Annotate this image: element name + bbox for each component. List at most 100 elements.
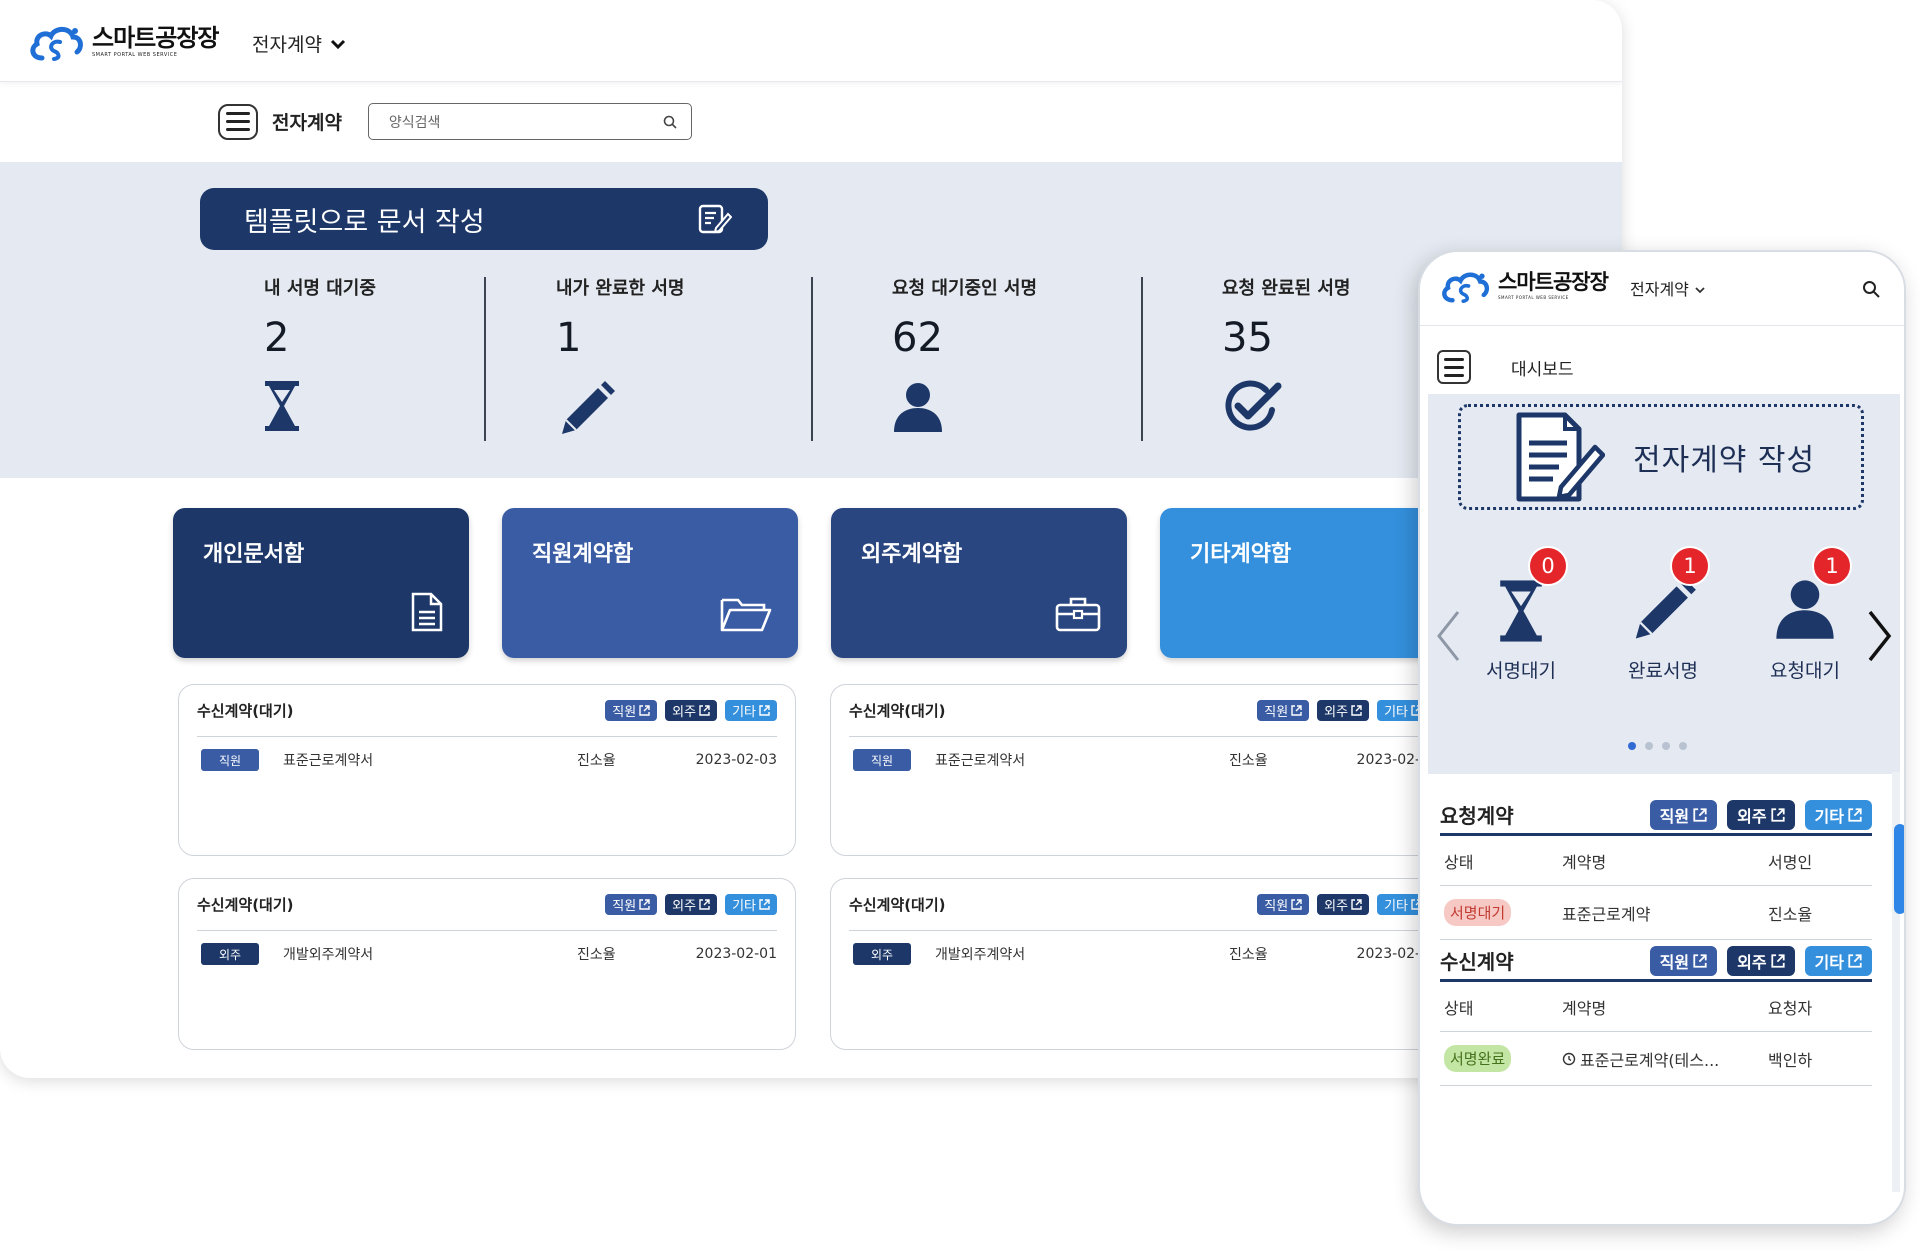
mobile-stat-request-waiting[interactable]: 1 요청대기 [1750, 546, 1860, 683]
pager-dot[interactable] [1645, 742, 1653, 750]
tag-staff-button[interactable]: 직원 [1257, 894, 1310, 915]
category-label: 기타계약함 [1190, 542, 1292, 567]
list-item[interactable]: 외주 개발외주계약서 진소율 2023-02-01 [197, 931, 777, 977]
card-title: 수신계약(대기) [197, 702, 294, 720]
tag-outsource-button[interactable]: 외주 [1317, 894, 1370, 915]
list-item[interactable]: 외주 개발외주계약서 진소율 2023-02-0 [849, 931, 1429, 977]
stat-request-waiting[interactable]: 요청 대기중인 서명 62 [892, 274, 1037, 438]
list-item[interactable]: 직원 표준근로계약서 진소율 2023-02-0 [849, 737, 1429, 783]
filter-other-button[interactable]: 기타 [1804, 945, 1872, 976]
column-header: 요청자 [1768, 998, 1813, 1018]
external-link-icon [699, 705, 710, 716]
stat-request-completed[interactable]: 요청 완료된 서명 35 [1222, 274, 1350, 440]
brand-logo[interactable]: 스마트공장장 SMART PORTAL WEB SERVICE [1440, 268, 1609, 304]
external-link-icon [1693, 807, 1707, 822]
contract-card[interactable]: 수신계약(대기) 직원 외주 기타 직원 표준근로계약서 진소율 2023-02… [830, 684, 1448, 856]
tag-outsource-button[interactable]: 외주 [665, 894, 718, 915]
contract-name: 표준근로계약 [1562, 904, 1651, 924]
pager-dot[interactable] [1628, 742, 1636, 750]
tag-other-button[interactable]: 기타 [725, 700, 777, 721]
signer-name: 진소율 [1768, 904, 1813, 924]
mobile-stat-label: 요청대기 [1770, 660, 1840, 682]
filter-outsource-button[interactable]: 외주 [1727, 799, 1795, 830]
tag-staff-button[interactable]: 직원 [1257, 700, 1310, 721]
received-contracts-section: 수신계약 직원 외주 기타 상태 계약명 요청자 서명완료 표준근로계약(테스.… [1440, 942, 1872, 1086]
template-create-label: 템플릿으로 문서 작성 [244, 206, 485, 238]
stat-label: 내 서명 대기중 [264, 278, 376, 299]
write-contract-button[interactable]: 전자계약 작성 [1458, 404, 1864, 510]
top-nav-dropdown[interactable]: 전자계약 [252, 30, 346, 57]
search-icon[interactable] [1862, 280, 1880, 298]
hamburger-menu-button[interactable] [218, 103, 258, 140]
column-header: 상태 [1444, 998, 1474, 1018]
filter-other-button[interactable]: 기타 [1804, 799, 1872, 830]
external-link-icon [1291, 705, 1302, 716]
column-header: 계약명 [1562, 852, 1607, 872]
type-chip: 외주 [853, 943, 911, 965]
cloud-logo-icon [1442, 272, 1490, 303]
contract-name: 표준근로계약서 [935, 753, 1026, 769]
stat-my-sign-completed[interactable]: 내가 완료한 서명 1 [556, 274, 684, 440]
chevron-right-icon[interactable] [1868, 610, 1892, 662]
desktop-window: 스마트공장장 SMART PORTAL WEB SERVICE 전자계약 전자계… [0, 0, 1622, 1078]
filter-outsource-button[interactable]: 외주 [1727, 945, 1795, 976]
carousel-pager [1628, 742, 1687, 750]
search-placeholder: 양식검색 [388, 114, 441, 131]
breadcrumb: 대시보드 [1511, 359, 1574, 380]
pager-dot[interactable] [1662, 742, 1670, 750]
mobile-nav-dropdown[interactable]: 전자계약 [1630, 276, 1706, 300]
chevron-down-icon [330, 39, 345, 49]
pager-dot[interactable] [1679, 742, 1687, 750]
column-header: 서명인 [1768, 852, 1813, 872]
template-create-button[interactable]: 템플릿으로 문서 작성 [200, 188, 768, 250]
pencil-icon [562, 381, 615, 434]
stat-label: 요청 완료된 서명 [1222, 278, 1351, 299]
page-title: 전자계약 [272, 112, 342, 134]
external-link-icon [1848, 953, 1862, 968]
contract-card[interactable]: 수신계약(대기) 직원 외주 기타 외주 개발외주계약서 진소율 2023-02… [178, 878, 796, 1050]
brand-logo[interactable]: 스마트공장장 SMART PORTAL WEB SERVICE [28, 22, 219, 62]
list-item[interactable]: 직원 표준근로계약서 진소율 2023-02-03 [197, 737, 777, 783]
mobile-stat-sign-completed[interactable]: 1 완료서명 [1608, 546, 1718, 683]
briefcase-icon [1055, 597, 1101, 632]
category-personal-docs[interactable]: 개인문서함 [173, 508, 469, 658]
scrollbar-thumb[interactable] [1894, 824, 1904, 914]
category-label: 직원계약함 [532, 542, 634, 567]
tag-staff-button[interactable]: 직원 [605, 894, 658, 915]
mobile-stat-label: 서명대기 [1486, 660, 1556, 682]
stat-divider [811, 277, 813, 441]
sub-toolbar: 전자계약 양식검색 [218, 103, 692, 140]
table-row[interactable]: 서명완료 표준근로계약(테스... 백인하 [1440, 1032, 1872, 1086]
clock-icon [1562, 1052, 1576, 1065]
external-link-icon [639, 899, 650, 910]
category-staff-contracts[interactable]: 직원계약함 [502, 508, 798, 658]
filter-staff-button[interactable]: 직원 [1649, 799, 1718, 830]
table-row[interactable]: 서명대기 표준근로계약 진소율 [1440, 886, 1872, 940]
tag-other-button[interactable]: 기타 [725, 894, 777, 915]
column-header: 계약명 [1562, 998, 1607, 1018]
contract-sender: 진소율 [1229, 947, 1268, 963]
external-link-icon [699, 899, 710, 910]
chevron-left-icon[interactable] [1436, 610, 1460, 662]
stat-value: 62 [892, 315, 943, 361]
user-icon [894, 383, 942, 432]
filter-staff-button[interactable]: 직원 [1649, 945, 1718, 976]
category-other-contracts[interactable]: 기타계약함 [1160, 508, 1473, 658]
tag-outsource-button[interactable]: 외주 [665, 700, 718, 721]
type-chip: 외주 [201, 943, 259, 965]
mobile-stat-sign-waiting[interactable]: 0 서명대기 [1466, 546, 1576, 683]
category-outsourcing-contracts[interactable]: 외주계약함 [831, 508, 1127, 658]
search-icon[interactable] [663, 115, 677, 129]
contract-card[interactable]: 수신계약(대기) 직원 외주 기타 직원 표준근로계약서 진소율 2023-02… [178, 684, 796, 856]
contract-card[interactable]: 수신계약(대기) 직원 외주 기타 외주 개발외주계약서 진소율 2023-02… [830, 878, 1448, 1050]
hamburger-menu-button[interactable] [1437, 350, 1471, 384]
stat-value: 35 [1222, 315, 1273, 361]
folder-icon [720, 598, 772, 632]
brand-tagline: SMART PORTAL WEB SERVICE [1498, 295, 1569, 300]
tag-outsource-button[interactable]: 외주 [1317, 700, 1370, 721]
stat-divider [484, 277, 486, 441]
hourglass-icon [1500, 580, 1542, 642]
tag-staff-button[interactable]: 직원 [605, 700, 658, 721]
stat-my-sign-waiting[interactable]: 내 서명 대기중 2 [264, 274, 376, 436]
search-input[interactable]: 양식검색 [367, 103, 692, 140]
